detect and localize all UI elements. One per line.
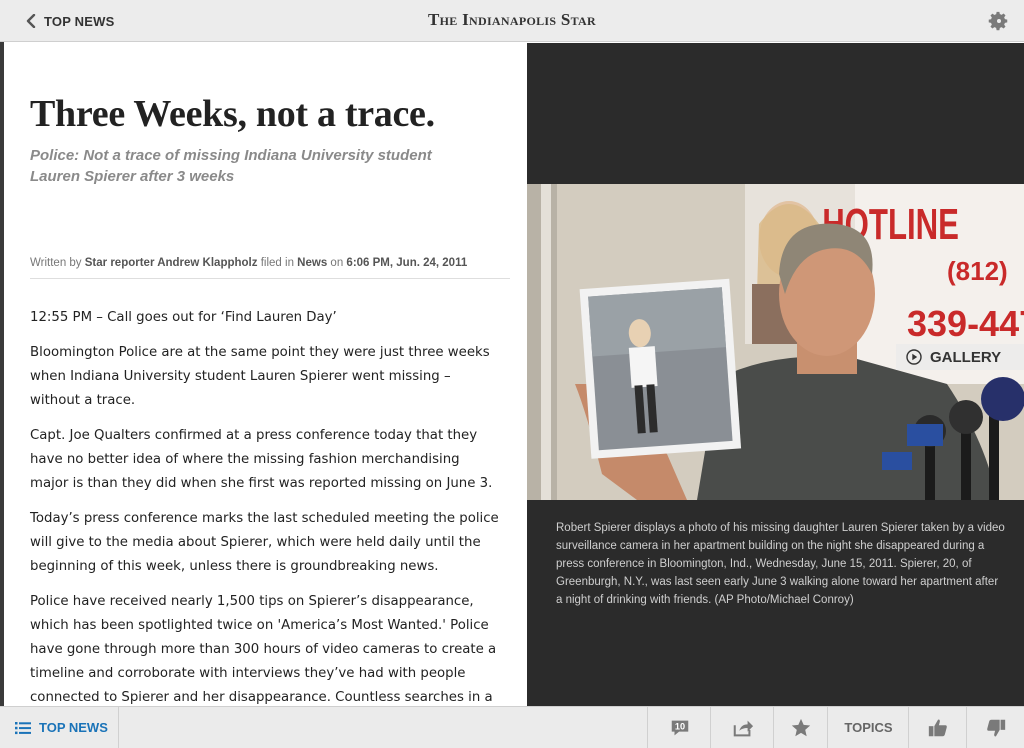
- top-news-button[interactable]: TOP NEWS: [0, 707, 119, 748]
- byline-written-by: Written by: [30, 257, 82, 269]
- gallery-button[interactable]: GALLERY: [896, 344, 1024, 370]
- article-subhead: Police: Not a trace of missing Indiana U…: [30, 147, 432, 185]
- article-paragraph: Today’s press conference marks the last …: [30, 511, 499, 574]
- share-button[interactable]: [710, 707, 774, 748]
- byline-filed-in: filed in: [260, 257, 294, 269]
- top-bar: TOP NEWS The Indianapolis Star: [0, 0, 1024, 42]
- article-body: 12:55 PM – Call goes out for ‘Find Laure…: [30, 306, 500, 706]
- gallery-label: GALLERY: [930, 348, 1002, 366]
- comment-icon: 10: [671, 720, 688, 735]
- photo-caption: Robert Spierer displays a photo of his m…: [556, 522, 1005, 606]
- list-icon: [15, 721, 31, 734]
- article-paragraph: Capt. Joe Qualters confirmed at a press …: [30, 428, 493, 491]
- thumbs-up-icon: [928, 719, 947, 736]
- comment-count: 10: [674, 721, 684, 731]
- byline-date: 6:06 PM, Jun. 24, 2011: [346, 257, 468, 269]
- article-column[interactable]: Three Weeks, not a trace. Police: Not a …: [4, 43, 527, 706]
- topics-button[interactable]: TOPICS: [827, 707, 909, 748]
- bottom-toolbar: TOP NEWS 10 TOPICS: [0, 706, 1024, 748]
- byline-author[interactable]: Star reporter Andrew Klappholz: [85, 257, 258, 269]
- thumbs-down-button[interactable]: [966, 707, 1024, 748]
- star-icon: [791, 718, 811, 736]
- play-circle-icon: [906, 349, 922, 365]
- photo-illustration: HOTLINE (812) 339-4477: [527, 184, 1024, 500]
- article-photo[interactable]: HOTLINE (812) 339-4477: [527, 184, 1024, 500]
- topics-label: TOPICS: [844, 720, 893, 735]
- sign-area-code-text: (812): [947, 256, 1008, 286]
- byline-on: on: [330, 257, 344, 269]
- thumbs-down-icon: [987, 719, 1006, 736]
- sign-phone-text: 339-4477: [907, 303, 1024, 344]
- settings-button[interactable]: [988, 10, 1010, 32]
- masthead-logo: The Indianapolis Star: [427, 10, 596, 29]
- article-headline: Three Weeks, not a trace.: [30, 93, 435, 135]
- photo-panel: HOTLINE (812) 339-4477: [527, 43, 1024, 706]
- share-icon: [733, 720, 753, 736]
- top-news-label: TOP NEWS: [39, 720, 108, 735]
- article-paragraph: 12:55 PM – Call goes out for ‘Find Laure…: [30, 310, 337, 325]
- favorite-button[interactable]: [773, 707, 828, 748]
- article-paragraph: Bloomington Police are at the same point…: [30, 345, 490, 408]
- thumbs-up-button[interactable]: [908, 707, 967, 748]
- byline-section[interactable]: News: [297, 257, 327, 269]
- comments-button[interactable]: 10: [647, 707, 711, 748]
- article-byline: Written by Star reporter Andrew Klapphol…: [30, 257, 510, 279]
- article-paragraph: Police have received nearly 1,500 tips o…: [30, 594, 497, 705]
- gear-icon: [988, 11, 1008, 31]
